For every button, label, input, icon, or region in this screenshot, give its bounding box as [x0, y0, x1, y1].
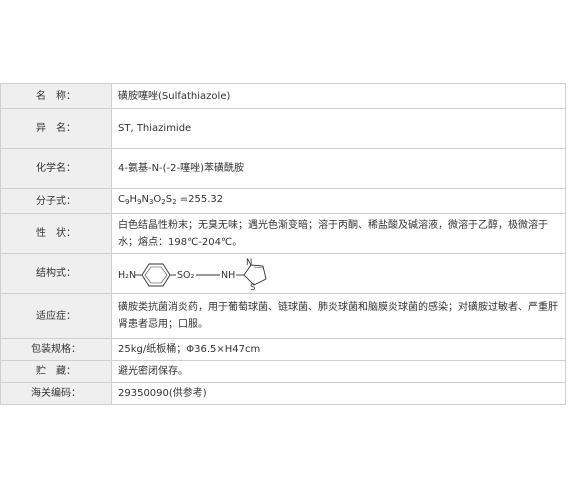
row-alias: 异 名： ST, Thiazimide [0, 108, 566, 149]
ring-sulfur-text: S [250, 283, 255, 291]
amine-group-text: NH [221, 270, 235, 281]
storage-label: 贮 藏： [0, 360, 112, 383]
storage-value: 避光密闭保存。 [111, 360, 566, 383]
indications-label: 适应症： [0, 293, 112, 339]
double-bond-line [253, 266, 264, 268]
structure-value: H₂N SO₂ NH N S [111, 253, 566, 294]
properties-value: 白色结晶性粉末；无臭无味；遇光色渐变暗；溶于丙酮、稀盐酸及碱溶液，微溶于乙醇，极… [111, 213, 566, 254]
sulfonyl-group-text: SO₂ [177, 270, 195, 281]
row-name: 名 称： 磺胺噻唑(Sulfathiazole) [0, 83, 566, 109]
name-value: 磺胺噻唑(Sulfathiazole) [111, 83, 566, 109]
indications-value: 磺胺类抗菌消炎药，用于葡萄球菌、链球菌、肺炎球菌和脑膜炎球菌的感染；对磺胺过敏者… [111, 293, 566, 339]
benzene-inner-ring [144, 266, 168, 283]
properties-label: 性 状： [0, 213, 112, 254]
row-structure: 结构式： H₂N SO₂ NH N S [0, 253, 566, 294]
amino-group-text: H₂N [118, 270, 136, 281]
row-storage: 贮 藏： 避光密闭保存。 [0, 360, 566, 383]
name-label: 名 称： [0, 83, 112, 109]
hs-code-label: 海关编码： [0, 382, 112, 405]
chemical-name-label: 化学名： [0, 148, 112, 189]
chemical-name-value: 4-氨基-N-(-2-噻唑)苯磺酰胺 [111, 148, 566, 189]
ring-nitrogen-text: N [246, 258, 252, 268]
row-properties: 性 状： 白色结晶性粉末；无臭无味；遇光色渐变暗；溶于丙酮、稀盐酸及碱溶液，微溶… [0, 213, 566, 254]
packaging-label: 包装规格： [0, 338, 112, 361]
row-indications: 适应症： 磺胺类抗菌消炎药，用于葡萄球菌、链球菌、肺炎球菌和脑膜炎球菌的感染；对… [0, 293, 566, 339]
product-spec-table: 名 称： 磺胺噻唑(Sulfathiazole) 异 名： ST, Thiazi… [0, 83, 566, 405]
alias-label: 异 名： [0, 108, 112, 149]
structural-formula: H₂N SO₂ NH N S [118, 258, 267, 291]
formula-label: 分子式： [0, 188, 112, 214]
packaging-value: 25kg/纸板桶；Φ36.5×H47cm [111, 338, 566, 361]
row-hs-code: 海关编码： 29350090(供参考) [0, 382, 566, 405]
alias-value: ST, Thiazimide [111, 108, 566, 149]
structure-label: 结构式： [0, 253, 112, 294]
row-formula: 分子式： C9H9N3O2S2 =255.32 [0, 188, 566, 214]
row-packaging: 包装规格： 25kg/纸板桶；Φ36.5×H47cm [0, 338, 566, 361]
hs-code-value: 29350090(供参考) [111, 382, 566, 405]
row-chemical-name: 化学名： 4-氨基-N-(-2-噻唑)苯磺酰胺 [0, 148, 566, 189]
formula-value: C9H9N3O2S2 =255.32 [111, 188, 566, 214]
